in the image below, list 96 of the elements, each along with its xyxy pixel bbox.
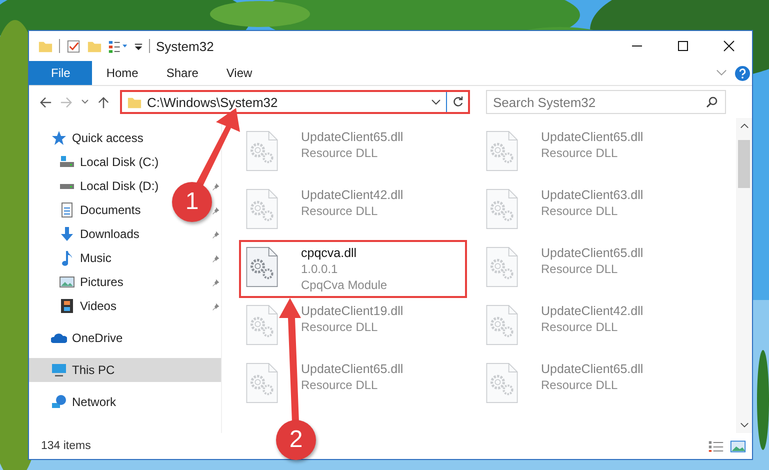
file-description: Resource DLL [301,203,379,219]
pin-icon[interactable] [212,278,220,286]
caret-icon[interactable] [81,99,89,105]
film-icon [59,298,75,314]
file-item[interactable]: UpdateClient65.dll Resource DLL [479,124,707,182]
pin-icon[interactable] [212,182,220,190]
file-description: Resource DLL [301,319,379,335]
ribbon-tab[interactable]: Share [152,61,212,85]
image-icon [59,274,75,290]
file-item[interactable]: UpdateClient42.dll Resource DLL [239,182,467,240]
nav-item[interactable]: Quick access [51,130,144,146]
gear-file-icon [485,129,519,173]
gear-file-icon [485,187,519,231]
file-name: UpdateClient65.dll [541,245,644,261]
file-name: UpdateClient65.dll [541,361,644,377]
document-icon [59,202,75,218]
pin-icon[interactable] [212,302,220,310]
search-icon [706,96,718,108]
file-description: Resource DLL [541,261,619,277]
gear-file-icon [485,245,519,289]
chevron-icon[interactable] [431,99,441,105]
file-name: UpdateClient65.dll [541,129,644,145]
file-description: Resource DLL [541,319,619,335]
refresh-icon [452,96,464,108]
down-arrow-icon [59,226,75,242]
file-description: 1.0.0.1 [301,261,339,277]
nav-item[interactable]: Documents [59,202,141,218]
file-description: Resource DLL [301,145,379,161]
window-title: System32 [156,38,214,54]
item-count: 134 items [41,440,91,452]
file-name: UpdateClient42.dll [301,187,404,203]
globe-icon [51,394,67,410]
gear-file-icon [485,361,519,405]
up-arrow-icon[interactable] [97,96,110,108]
nav-item[interactable]: OneDrive [51,330,123,346]
gear-file-icon [485,303,519,347]
file-description: Resource DLL [541,377,619,393]
nav-item[interactable]: Network [51,394,116,410]
music-note-icon [59,250,75,266]
file-item[interactable]: UpdateClient63.dll Resource DLL [479,182,707,240]
scroll-up-icon[interactable] [740,123,748,129]
drive-icon [59,184,75,188]
file-name: UpdateClient63.dll [541,187,644,203]
file-item[interactable]: UpdateClient65.dll Resource DLL [239,124,467,182]
gear-file-icon [245,361,279,405]
minimize-icon [631,45,643,47]
pin-icon[interactable] [212,230,220,238]
file-description: Resource DLL [301,377,379,393]
file-name: UpdateClient19.dll [301,303,404,319]
file-item[interactable]: UpdateClient65.dll Resource DLL [479,240,707,298]
address-bar[interactable]: C:\Windows\System32 [120,90,470,114]
monitor-icon [51,362,67,378]
nav-item[interactable]: Music [59,250,112,266]
gear-file-icon [245,187,279,231]
address-path: C:\Windows\System32 [147,94,279,110]
file-item[interactable]: cpqcva.dll 1.0.0.1 CpqCva Module [239,240,467,298]
help-icon[interactable] [735,66,750,80]
nav-item[interactable]: Local Disk (C:) [59,154,159,170]
ribbon-tab[interactable]: View [212,61,266,85]
ribbon-tab[interactable]: File [29,61,92,85]
search-field[interactable]: Search System32 [486,90,726,114]
scroll-down-icon[interactable] [740,422,748,428]
close-icon [723,40,735,52]
ribbon-tab[interactable]: Home [92,61,152,85]
gear-file-icon [245,129,279,173]
back-arrow-icon[interactable] [39,96,52,108]
pin-icon[interactable] [212,254,220,262]
nav-item[interactable]: Downloads [59,226,140,242]
dropdown-icon[interactable] [134,42,143,50]
gear-file-icon [245,245,279,289]
scrollbar[interactable] [736,118,752,433]
gear-file-icon [245,303,279,347]
large-icons-view-icon[interactable] [730,440,746,452]
file-name: UpdateClient65.dll [301,361,404,377]
maximize-icon [677,40,689,52]
file-item[interactable]: UpdateClient65.dll Resource DLL [239,356,467,414]
file-name: UpdateClient65.dll [301,129,404,145]
file-description: Resource DLL [541,145,619,161]
nav-item[interactable]: This PC [51,362,115,378]
file-description: CpqCva Module [301,277,388,293]
file-item[interactable]: UpdateClient42.dll Resource DLL [479,298,707,356]
file-name: UpdateClient42.dll [541,303,644,319]
nav-item[interactable]: Videos [59,298,116,314]
drive-icon [59,154,75,170]
star-icon [51,130,67,146]
pin-icon[interactable] [212,206,220,214]
checklist-icon[interactable] [66,38,81,54]
file-item[interactable]: UpdateClient65.dll Resource DLL [479,356,707,414]
properties-icon[interactable] [108,38,128,54]
file-name: cpqcva.dll [301,245,358,261]
scrollbar-thumb[interactable] [738,140,750,188]
nav-item[interactable]: Pictures [59,274,124,290]
details-view-icon[interactable] [708,440,724,452]
file-item[interactable]: UpdateClient19.dll Resource DLL [239,298,467,356]
file-description: Resource DLL [541,203,619,219]
nav-item[interactable]: Local Disk (D:) [59,178,159,194]
